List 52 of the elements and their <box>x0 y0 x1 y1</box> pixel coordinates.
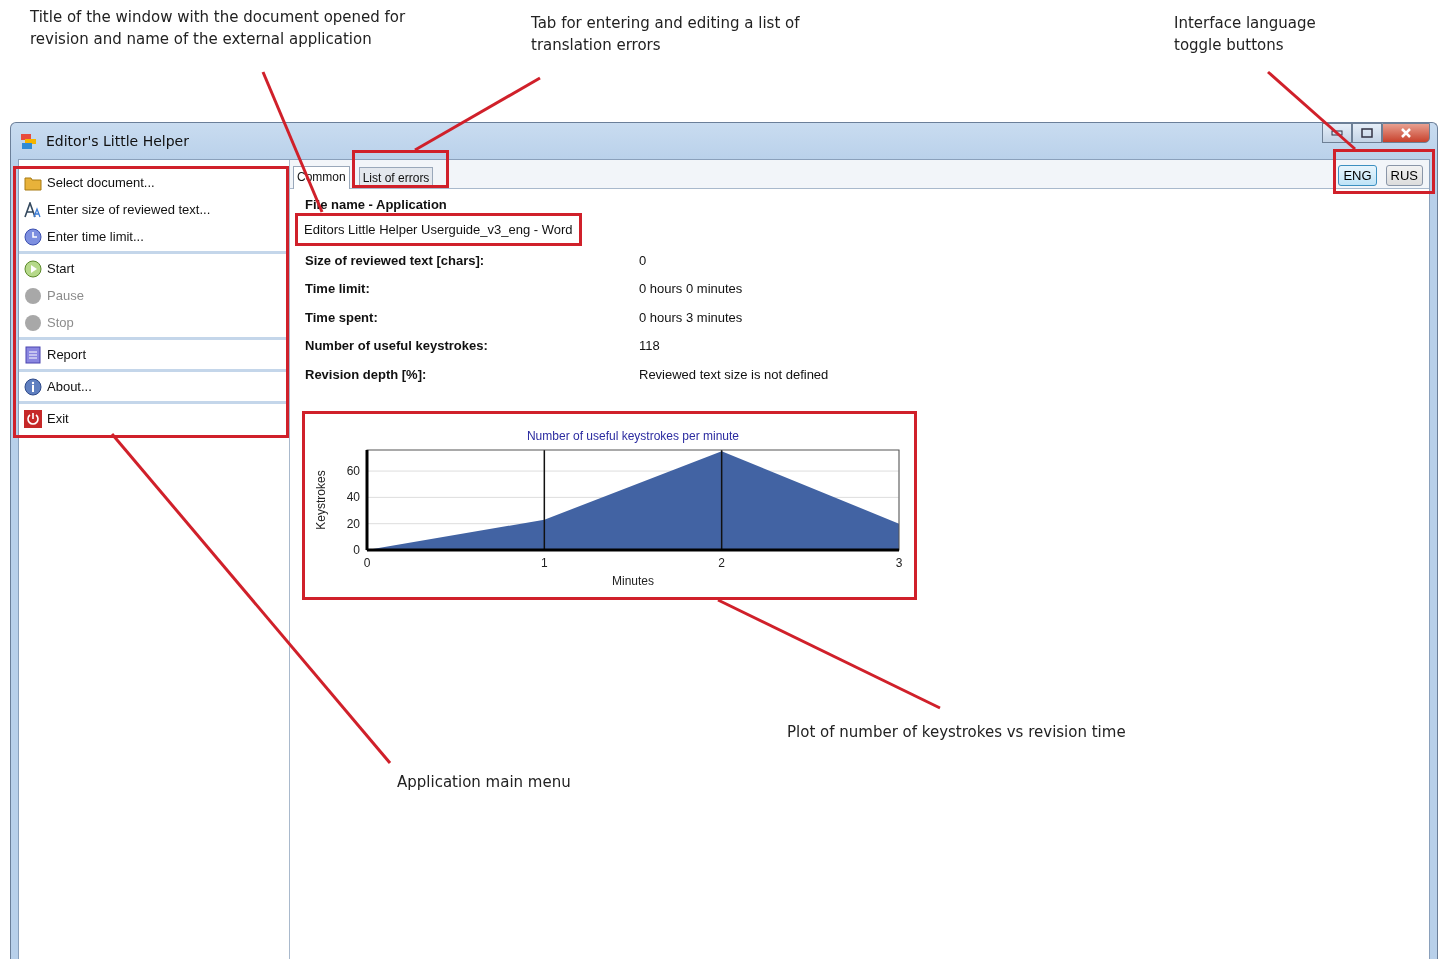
folder-icon <box>24 174 42 191</box>
x-tick-label: 3 <box>895 555 903 570</box>
circle-icon <box>24 286 42 305</box>
y-tick-label: 20 <box>346 516 360 531</box>
y-tick-label: 40 <box>346 489 360 504</box>
clock-icon <box>24 227 42 246</box>
x-tick-label: 0 <box>363 555 371 570</box>
info-icon <box>24 377 42 396</box>
field-label: Size of reviewed text [chars]: <box>305 252 486 268</box>
chart-title: Number of useful keystrokes per minute <box>526 428 740 443</box>
close-icon <box>1400 128 1412 138</box>
field-label: Revision depth [%]: <box>305 366 428 382</box>
annotation-text: Application main menu <box>397 772 572 793</box>
menu-item[interactable]: Report <box>19 341 289 368</box>
field-label: Time spent: <box>305 309 379 325</box>
annotation-text: Interface language toggle buttons <box>1174 13 1317 56</box>
x-axis-title: Minutes <box>612 573 654 588</box>
menu-item[interactable]: Exit <box>19 405 289 432</box>
field-value: 0 hours 3 minutes <box>639 309 743 325</box>
menu-item[interactable]: Start <box>19 255 289 282</box>
file-name-value: Editors Little Helper Userguide_v3_eng - Word <box>295 213 582 246</box>
field-value: 0 hours 0 minutes <box>639 281 743 297</box>
minimize-icon <box>1331 130 1343 136</box>
close-button[interactable] <box>1382 123 1430 143</box>
language-button[interactable]: RUS <box>1385 165 1423 186</box>
field-value: 118 <box>639 338 660 354</box>
x-tick-label: 2 <box>718 555 725 570</box>
menu-item[interactable]: Enter size of reviewed text... <box>19 196 289 223</box>
menu-item[interactable]: About... <box>19 373 289 400</box>
play-icon <box>24 259 42 278</box>
y-tick-label: 0 <box>353 542 360 557</box>
y-axis-title: Keystrokes <box>314 469 328 530</box>
annotation-text: Tab for entering and editing a list of translation errors <box>531 13 801 56</box>
document-icon <box>24 345 42 364</box>
menu-item[interactable]: Select document... <box>19 169 289 196</box>
window-title: Editor's Little Helper <box>46 133 189 149</box>
annotation-text: Title of the window with the document opened for revision and name of the external application <box>30 7 407 50</box>
annotation-text: Plot of number of keystrokes vs revision time <box>787 722 1127 743</box>
font-size-icon <box>24 201 42 218</box>
y-tick-label: 60 <box>346 463 360 478</box>
menu-item[interactable]: Enter time limit... <box>19 223 289 250</box>
language-button[interactable]: ENG <box>1338 165 1377 186</box>
field-label: Number of useful keystrokes: <box>305 338 489 354</box>
circle-icon <box>24 313 42 332</box>
x-tick-label: 1 <box>541 555 548 570</box>
field-label: Time limit: <box>305 281 371 297</box>
field-value: 0 <box>639 252 647 268</box>
field-value: Reviewed text size is not defined <box>639 366 829 382</box>
app-logo-icon <box>20 132 38 150</box>
maximize-button[interactable] <box>1352 123 1382 143</box>
power-icon <box>24 409 42 428</box>
maximize-icon <box>1361 128 1373 138</box>
